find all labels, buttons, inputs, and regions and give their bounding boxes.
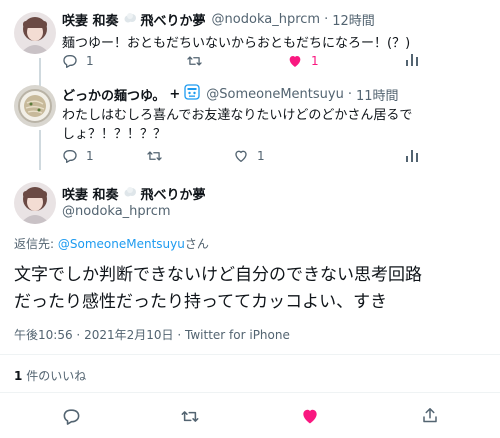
- stats-button[interactable]: [405, 53, 419, 67]
- reply-icon: [62, 407, 81, 426]
- like-count: 1: [311, 54, 319, 68]
- stats-icon: [405, 53, 419, 67]
- retweet-button[interactable]: [146, 148, 163, 164]
- reply-button[interactable]: [62, 407, 81, 426]
- share-icon: [421, 406, 439, 425]
- author-name-suffix[interactable]: 飛べりか夢: [141, 10, 206, 29]
- author-name-suffix[interactable]: 飛べりか夢: [141, 184, 206, 203]
- separator: ·: [347, 86, 352, 102]
- thread-line: [39, 130, 41, 170]
- like-button[interactable]: [300, 406, 320, 426]
- meta-date[interactable]: 2021年2月10日: [84, 328, 173, 342]
- meta-source[interactable]: Twitter for iPhone: [185, 328, 290, 342]
- tweet-meta: 午後10:56 · 2021年2月10日 · Twitter for iPhon…: [14, 326, 290, 343]
- reply-to-prefix: 返信先:: [14, 237, 58, 251]
- retweet-icon: [186, 53, 203, 69]
- tweet-text-line: しょ？！？！？？: [62, 127, 167, 142]
- avatar[interactable]: [14, 12, 56, 54]
- avatar[interactable]: [14, 85, 56, 127]
- divider: [0, 354, 500, 355]
- author-handle[interactable]: @nodoka_hprcm: [212, 12, 321, 27]
- stats-button[interactable]: [405, 149, 419, 163]
- author-name[interactable]: 咲妻 和奏: [62, 184, 119, 203]
- reply-to-suffix: さん: [184, 237, 209, 251]
- tweet-time[interactable]: 11時間: [356, 85, 399, 104]
- retweet-icon: [180, 407, 200, 426]
- bot-emoji-icon: [184, 84, 200, 104]
- reply-icon: [62, 148, 78, 164]
- author-handle[interactable]: @SomeoneMentsuyu: [206, 87, 344, 102]
- heart-filled-icon: [287, 53, 303, 69]
- reply-count: 1: [86, 149, 94, 163]
- share-button[interactable]: [421, 406, 439, 425]
- retweet-icon: [146, 148, 163, 164]
- like-button[interactable]: 1: [233, 148, 265, 164]
- author-name[interactable]: 咲妻 和奏: [62, 10, 119, 29]
- tweet-text-line: わたしはむしろ喜んでお友達なりたいけどのどかさん居るで: [62, 108, 413, 123]
- likes-count: 1: [14, 369, 23, 383]
- separator: ·: [324, 12, 329, 27]
- reply-to-handle-link[interactable]: @SomeoneMentsuyu: [58, 237, 185, 251]
- retweet-button[interactable]: [180, 407, 200, 426]
- cloud-emoji-icon: [123, 10, 137, 29]
- retweet-button[interactable]: [186, 53, 203, 69]
- main-tweet-text-line: だったり感性だったり持っててカッコよい、すき: [14, 292, 388, 312]
- author-name[interactable]: どっかの麺つゆ。: [62, 85, 165, 104]
- reply-to-line: 返信先: @SomeoneMentsuyuさん: [14, 235, 209, 252]
- divider: [0, 392, 500, 393]
- like-button[interactable]: 1: [287, 53, 319, 69]
- thread-line: [39, 58, 41, 80]
- cloud-emoji-icon: [123, 184, 137, 203]
- reply-count: 1: [86, 54, 94, 68]
- stats-icon: [405, 149, 419, 163]
- meta-separator: ·: [177, 328, 182, 342]
- heart-icon: [233, 148, 249, 164]
- tweet-time[interactable]: 12時間: [332, 10, 375, 29]
- likes-label: 件のいいね: [26, 369, 87, 383]
- tweet-text: 麺つゆー！おともだちいないからおともだちになろー！(？): [62, 36, 411, 51]
- author-handle[interactable]: @nodoka_hprcm: [62, 204, 171, 219]
- likes-summary[interactable]: 1 件のいいね: [14, 367, 86, 384]
- meta-separator: ·: [76, 328, 81, 342]
- heart-filled-icon: [300, 406, 320, 426]
- main-tweet-text-line: 文字でしか判断できないけど自分のできない思考回路: [14, 265, 422, 285]
- meta-time[interactable]: 午後10:56: [14, 328, 73, 342]
- reply-button[interactable]: 1: [62, 148, 94, 164]
- reply-button[interactable]: 1: [62, 53, 94, 69]
- reply-icon: [62, 53, 78, 69]
- like-count: 1: [257, 149, 265, 163]
- avatar[interactable]: [14, 182, 56, 224]
- name-plus: +: [169, 86, 181, 102]
